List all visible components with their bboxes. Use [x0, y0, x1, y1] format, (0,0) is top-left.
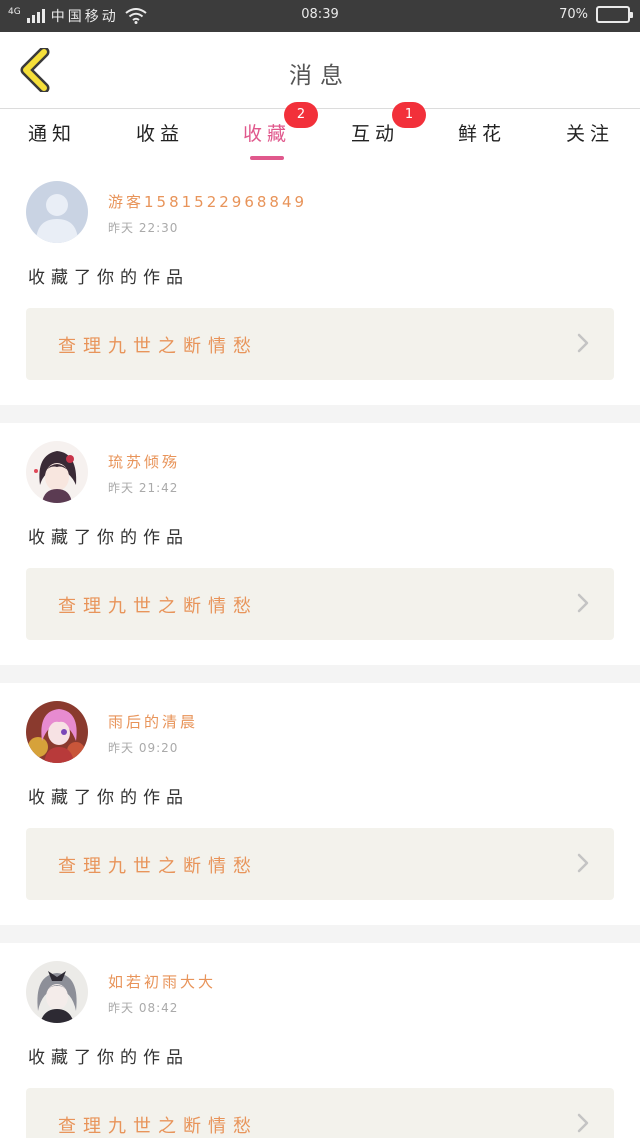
action-text: 收藏了你的作品 [28, 1048, 189, 1068]
divider [0, 405, 640, 423]
work-link[interactable]: 查理九世之断情愁 [26, 568, 614, 640]
status-right: 70% [559, 6, 633, 23]
tab-flowers[interactable]: 鲜花 [437, 110, 527, 162]
message-card: 如若初雨大大 昨天 08:42 收藏了你的作品 查理九世之断情愁 [0, 943, 640, 1138]
chevron-right-icon [577, 853, 589, 873]
anime-avatar-icon [26, 961, 88, 1023]
work-link[interactable]: 查理九世之断情愁 [26, 308, 614, 380]
tab-interactions[interactable]: 互动 1 [330, 102, 426, 162]
tab-label: 收益 [135, 123, 184, 145]
message-card: 雨后的清晨 昨天 09:20 收藏了你的作品 查理九世之断情愁 [0, 683, 640, 925]
page-title: 消息 [289, 63, 351, 89]
message-feed: 游客15815229688​49 昨天 22:30 收藏了你的作品 查理九世之断… [0, 163, 640, 1138]
work-title: 查理九世之断情愁 [58, 596, 258, 617]
unread-badge: 1 [392, 102, 426, 128]
status-bar: 4G 中国移动 08:39 70% [0, 0, 640, 32]
chevron-right-icon [577, 333, 589, 353]
timestamp: 昨天 09:20 [108, 741, 179, 755]
avatar[interactable] [26, 701, 88, 763]
default-avatar-icon [26, 181, 88, 243]
username[interactable]: 游客15815229688​49 [108, 191, 307, 212]
work-title: 查理九世之断情愁 [58, 856, 258, 877]
unread-badge: 2 [284, 102, 318, 128]
timestamp: 昨天 22:30 [108, 221, 179, 235]
clock: 08:39 [301, 7, 339, 22]
tab-notifications[interactable]: 通知 [7, 110, 97, 162]
action-text: 收藏了你的作品 [28, 788, 189, 808]
tab-following[interactable]: 关注 [545, 110, 635, 162]
tab-label: 互动 [350, 123, 399, 145]
timestamp: 昨天 21:42 [108, 481, 179, 495]
message-card: 游客15815229688​49 昨天 22:30 收藏了你的作品 查理九世之断… [0, 163, 640, 405]
avatar[interactable] [26, 441, 88, 503]
anime-avatar-icon [26, 441, 88, 503]
message-card: 琉苏倾殇 昨天 21:42 收藏了你的作品 查理九世之断情愁 [0, 423, 640, 665]
tab-label: 鲜花 [457, 123, 506, 145]
username[interactable]: 如若初雨大大 [108, 971, 216, 992]
work-link[interactable]: 查理九世之断情愁 [26, 828, 614, 900]
username[interactable]: 琉苏倾殇 [108, 451, 180, 472]
timestamp: 昨天 08:42 [108, 1001, 179, 1015]
avatar[interactable] [26, 961, 88, 1023]
battery-percent: 70% [559, 7, 588, 22]
work-link[interactable]: 查理九世之断情愁 [26, 1088, 614, 1138]
action-text: 收藏了你的作品 [28, 528, 189, 548]
chevron-right-icon [577, 593, 589, 613]
tab-label: 收藏 [242, 123, 291, 145]
work-title: 查理九世之断情愁 [58, 1116, 258, 1137]
anime-avatar-icon [26, 701, 88, 763]
username[interactable]: 雨后的清晨 [108, 711, 198, 732]
tab-label: 关注 [565, 123, 614, 145]
header: 消息 [0, 32, 640, 109]
action-text: 收藏了你的作品 [28, 268, 189, 288]
tab-earnings[interactable]: 收益 [115, 110, 205, 162]
active-tab-indicator [250, 156, 284, 160]
work-title: 查理九世之断情愁 [58, 336, 258, 357]
battery-icon [596, 6, 633, 23]
tab-bar: 通知 收益 收藏 2 互动 1 鲜花 关注 [0, 102, 640, 162]
chevron-right-icon [577, 1113, 589, 1133]
tab-favorites[interactable]: 收藏 2 [222, 102, 318, 162]
avatar[interactable] [26, 181, 88, 243]
tab-label: 通知 [27, 123, 76, 145]
divider [0, 925, 640, 943]
divider [0, 665, 640, 683]
